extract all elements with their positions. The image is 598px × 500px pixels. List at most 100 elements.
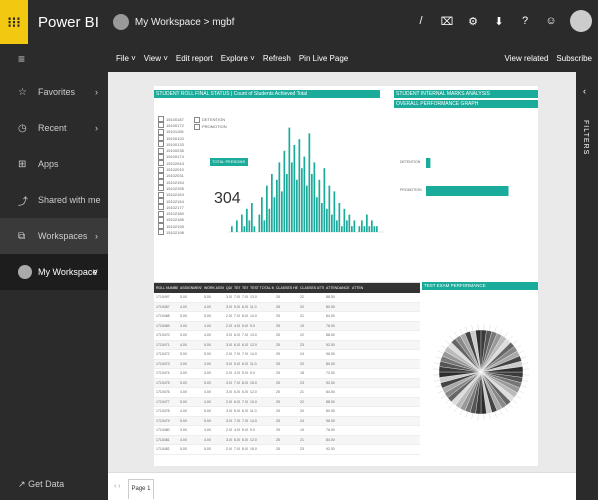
table-header-cell[interactable]: ATTEN <box>350 283 368 293</box>
get-data-button[interactable]: ↗ Get Data <box>18 479 64 490</box>
histogram-bar[interactable] <box>343 208 346 232</box>
sidebar-item-my-workspace[interactable]: My Workspace ˅ <box>0 254 108 290</box>
histogram-bar[interactable] <box>328 185 331 232</box>
edit-report-button[interactable]: Edit report <box>176 54 213 63</box>
histogram-bar[interactable] <box>231 226 233 232</box>
expand-icon[interactable]: / <box>414 15 428 27</box>
histogram-bar[interactable] <box>311 174 313 232</box>
histogram-bar[interactable] <box>316 197 318 232</box>
histogram-bar[interactable] <box>273 197 276 232</box>
histogram-bar[interactable] <box>313 162 316 232</box>
file-menu[interactable]: File ˅ <box>116 54 136 63</box>
view-related-button[interactable]: View related <box>505 54 549 63</box>
table-row[interactable]: 1710471 4.00 5.00 3.00 6.00 6.00 12.0 25 23 92.00 <box>154 340 420 350</box>
performance-bar[interactable] <box>426 186 509 196</box>
histogram-bar[interactable] <box>281 191 283 232</box>
slicer-item[interactable]: 15102198 <box>158 229 216 235</box>
histogram-bar[interactable] <box>368 226 371 232</box>
user-avatar[interactable] <box>570 10 592 32</box>
histogram-bar[interactable] <box>266 185 268 232</box>
table-row[interactable]: 1710497 5.00 5.00 3.00 7.00 7.00 13.0 25 22 88.00 <box>154 293 420 303</box>
histogram-bar[interactable] <box>351 226 353 232</box>
histogram-bar[interactable] <box>318 179 321 232</box>
performance-bar[interactable] <box>426 158 431 168</box>
download-icon[interactable]: ⬇ <box>492 15 506 28</box>
histogram-bar[interactable] <box>236 220 238 232</box>
table-row[interactable]: 1710481 4.00 4.00 3.00 6.00 6.00 12.0 25 21 84.00 <box>154 435 420 445</box>
table-row[interactable]: 1710475 5.00 5.00 3.00 7.00 8.00 15.0 25 23 92.00 <box>154 378 420 388</box>
histogram-bar[interactable] <box>363 226 366 232</box>
table-row[interactable]: 1710476 4.00 4.00 3.00 6.00 6.00 12.0 25 21 84.00 <box>154 388 420 398</box>
table-row[interactable]: 1710467 4.00 4.00 3.00 5.00 6.00 11.0 25 20 80.00 <box>154 302 420 312</box>
histogram-bar[interactable] <box>293 145 296 232</box>
table-row[interactable]: 1710472 5.00 5.00 2.00 7.00 7.00 14.0 25 24 96.00 <box>154 350 420 360</box>
subscribe-button[interactable]: Subscribe <box>556 54 592 63</box>
table-row[interactable]: 1710480 3.00 4.00 2.00 4.00 5.00 9.0 25 19 76.00 <box>154 426 420 436</box>
sidebar-item-apps[interactable]: ⊞ Apps <box>0 146 108 182</box>
chevron-left-icon[interactable]: ‹ <box>583 86 586 96</box>
table-header-cell[interactable]: ATTENDANCE PERCENTAGE <box>324 283 350 293</box>
table-row[interactable]: 1710474 3.00 3.00 2.00 4.00 5.00 9.0 25 18 72.00 <box>154 369 420 379</box>
histogram-bar[interactable] <box>358 226 361 232</box>
histogram-bar[interactable] <box>253 226 256 232</box>
notifications-icon[interactable]: ⌧ <box>440 15 454 28</box>
histogram-bar[interactable] <box>333 191 336 232</box>
histogram-bar[interactable] <box>371 220 373 232</box>
histogram-bar[interactable] <box>243 226 246 232</box>
sidebar-item-workspaces[interactable]: ⧉ Workspaces › <box>0 218 108 254</box>
histogram-bar[interactable] <box>338 203 341 232</box>
table-header-cell[interactable]: CLASSES ATTENDED <box>298 283 324 293</box>
tab-page-1[interactable]: Page 1 <box>128 479 154 499</box>
histogram-bar[interactable] <box>321 203 323 232</box>
histogram-bar[interactable] <box>271 174 273 232</box>
test-performance-pie[interactable] <box>424 292 538 464</box>
refresh-button[interactable]: Refresh <box>263 54 291 63</box>
help-icon[interactable]: ? <box>518 15 532 27</box>
breadcrumb[interactable]: My Workspace > mgbf <box>135 17 235 28</box>
page-nav-arrows[interactable]: ‹ › <box>114 483 121 490</box>
table-row[interactable]: 1710468 5.00 5.00 2.00 7.00 8.00 14.0 25 21 84.00 <box>154 312 420 322</box>
table-row[interactable]: 1710469 3.00 4.00 2.00 4.00 5.00 9.0 25 19 76.00 <box>154 321 420 331</box>
histogram-bar[interactable] <box>308 133 311 232</box>
table-row[interactable]: 1710470 5.00 4.00 3.00 6.00 7.00 13.0 25 22 88.00 <box>154 331 420 341</box>
table-row[interactable]: 1710473 4.00 4.00 3.00 5.00 6.00 11.0 25 20 80.00 <box>154 359 420 369</box>
histogram-bar[interactable] <box>296 179 298 232</box>
histogram-bar[interactable] <box>288 127 291 232</box>
histogram-bar[interactable] <box>326 208 328 232</box>
table-header-cell[interactable]: TEST 1 <box>232 283 240 293</box>
histogram-bar[interactable] <box>376 226 378 232</box>
histogram-bar[interactable] <box>346 220 348 232</box>
histogram-bar[interactable] <box>348 214 351 232</box>
histogram-bar[interactable] <box>366 214 368 232</box>
histogram-bar[interactable] <box>301 168 303 232</box>
histogram-bar[interactable] <box>306 185 308 232</box>
histogram-bar[interactable] <box>258 214 261 232</box>
histogram-bar[interactable] <box>323 168 326 232</box>
table-row[interactable]: 1710477 5.00 4.00 2.00 6.00 7.00 13.0 25 22 88.00 <box>154 397 420 407</box>
histogram-bar[interactable] <box>251 203 253 232</box>
histogram-bar[interactable] <box>263 220 266 232</box>
sidebar-item-shared[interactable]: ⤴ Shared with me <box>0 182 108 218</box>
histogram-bar[interactable] <box>268 208 271 232</box>
table-row[interactable]: 1710479 5.00 5.00 3.00 7.00 7.00 14.0 25 24 96.00 <box>154 416 420 426</box>
table-header-cell[interactable]: ROLL NUMBER <box>154 283 178 293</box>
histogram-bar[interactable] <box>353 220 356 232</box>
histogram-bar[interactable] <box>361 220 363 232</box>
histogram-bar[interactable] <box>261 197 263 232</box>
histogram-bar[interactable] <box>373 226 376 232</box>
histogram-bar[interactable] <box>286 174 288 232</box>
histogram-bar[interactable] <box>291 162 293 232</box>
table-header-cell[interactable]: TEST 2 <box>240 283 248 293</box>
histogram-bar[interactable] <box>336 220 338 232</box>
histogram-bar[interactable] <box>298 139 301 232</box>
option-detention[interactable]: DETENTION <box>194 116 227 123</box>
histogram-bar[interactable] <box>303 156 306 232</box>
histogram-bar[interactable] <box>331 214 333 232</box>
histogram-bar[interactable] <box>278 162 281 232</box>
sidebar-item-favorites[interactable]: ☆ Favorites › <box>0 74 108 110</box>
histogram-bar[interactable] <box>248 220 251 232</box>
marks-table[interactable]: ROLL NUMBERASSIGNMENT THYWORK ASSIGNMENT… <box>154 282 420 466</box>
filters-pane[interactable]: ‹ FILTERS <box>576 72 598 500</box>
table-row[interactable]: 1710478 4.00 5.00 3.00 5.00 6.00 11.0 25 20 80.00 <box>154 407 420 417</box>
histogram-bar[interactable] <box>241 214 243 232</box>
